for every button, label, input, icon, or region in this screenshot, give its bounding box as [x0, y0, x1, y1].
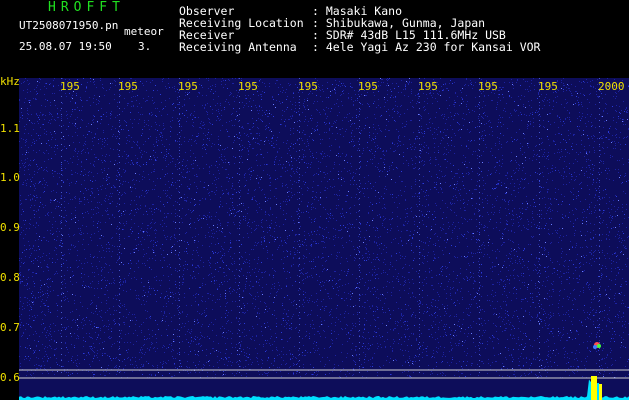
- x-tick-label: 195: [298, 80, 318, 93]
- meteor-count: 3.: [138, 40, 152, 53]
- x-tick-label: 195: [118, 80, 138, 93]
- y-tick-label: 1.1: [0, 122, 20, 135]
- meteor-label: meteor: [124, 25, 164, 38]
- app-title: HROFFT: [48, 0, 125, 15]
- timestamp: 25.08.07 19:50: [19, 40, 112, 53]
- x-tick-label: 2000: [598, 80, 625, 93]
- y-tick-label: 0.8: [0, 271, 20, 284]
- x-tick-label: 195: [178, 80, 198, 93]
- file-name: UT2508071950.pn: [19, 19, 119, 32]
- y-tick-label: 0.6: [0, 371, 20, 384]
- x-tick-label: 195: [418, 80, 438, 93]
- spectrogram-canvas: [19, 78, 629, 400]
- y-tick-label: 0.9: [0, 221, 20, 234]
- x-tick-label: 195: [358, 80, 378, 93]
- spectrogram-plot[interactable]: [19, 78, 629, 400]
- antenna-value: : 4ele Yagi Az 230 for Kansai VOR: [312, 40, 541, 54]
- y-unit-label: kHz: [0, 75, 20, 88]
- x-tick-label: 195: [238, 80, 258, 93]
- antenna-label: Receiving Antenna: [179, 40, 297, 54]
- y-tick-label: 1.0: [0, 171, 20, 184]
- x-tick-label: 195: [60, 80, 80, 93]
- x-tick-label: 195: [478, 80, 498, 93]
- y-tick-label: 0.7: [0, 321, 20, 334]
- header-panel: HROFFT UT2508071950.pn meteor 25.08.07 1…: [0, 0, 629, 78]
- x-tick-label: 195: [538, 80, 558, 93]
